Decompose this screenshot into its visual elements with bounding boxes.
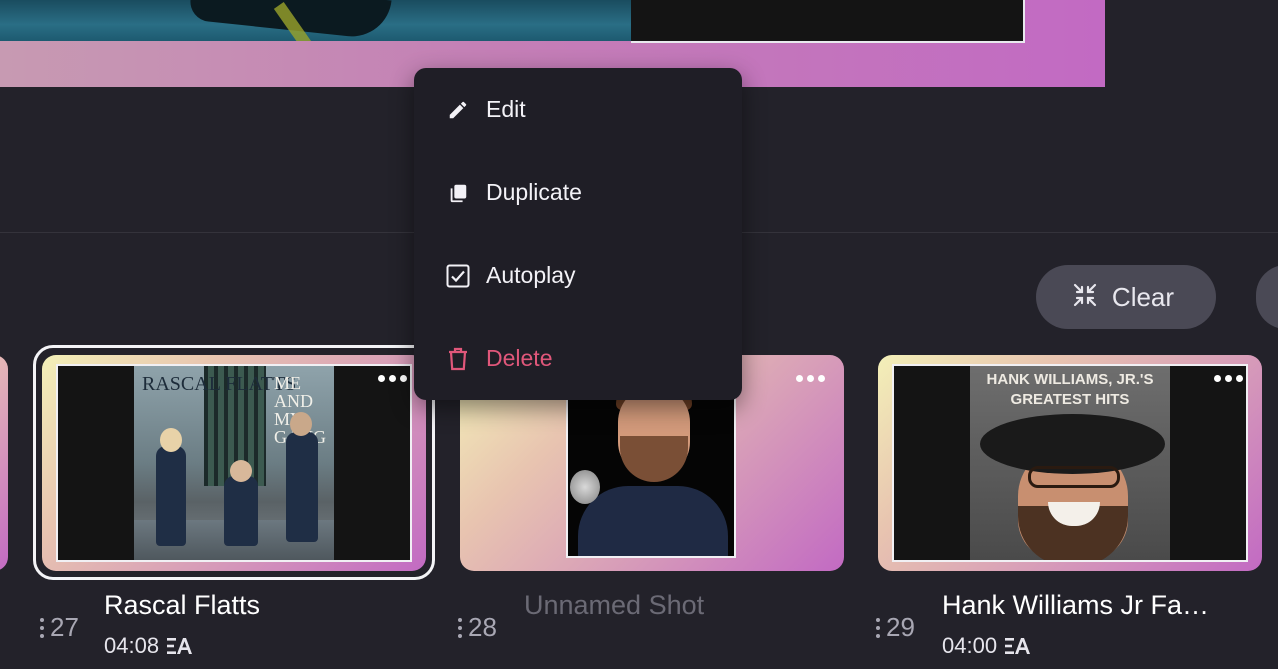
preview-letterbox: [631, 0, 1025, 43]
shot-title: Unnamed Shot: [524, 590, 705, 620]
album-art: HANK WILLIAMS, JR.'S GREATEST HITS: [970, 366, 1170, 560]
clear-button[interactable]: Clear: [1036, 265, 1216, 329]
shot-index[interactable]: 29: [876, 612, 915, 643]
shot-duration: 04:00: [942, 633, 1031, 659]
shot-card[interactable]: HANK WILLIAMS, JR.'S GREATEST HITS: [878, 355, 1262, 571]
preview-image: [0, 0, 631, 41]
autoplay-icon: [167, 636, 193, 656]
menu-item-label: Autoplay: [486, 262, 576, 288]
autoplay-icon: [1005, 636, 1031, 656]
trash-icon: [446, 347, 470, 371]
menu-item-label: Duplicate: [486, 179, 582, 205]
shot-number: 28: [468, 612, 497, 642]
shot-index[interactable]: 27: [40, 612, 79, 643]
clear-button-label: Clear: [1111, 281, 1175, 312]
collapse-arrows-icon: [1072, 282, 1098, 312]
shot-title: Hank Williams Jr Fa…: [942, 590, 1210, 620]
shot-number: 29: [886, 612, 915, 642]
drag-handle-icon[interactable]: [40, 617, 44, 638]
shot-thumbnail: HANK WILLIAMS, JR.'S GREATEST HITS: [892, 364, 1248, 562]
menu-item-label: Delete: [486, 345, 553, 371]
menu-item-label: Edit: [486, 96, 526, 122]
pencil-icon: [446, 98, 470, 122]
duration-text: 04:08: [104, 633, 160, 658]
menu-item-edit[interactable]: Edit: [414, 68, 742, 151]
shot-title: Rascal Flatts: [104, 590, 261, 620]
shot-index[interactable]: 28: [458, 612, 497, 643]
checkbox-checked-icon[interactable]: [446, 264, 470, 288]
menu-item-delete[interactable]: Delete: [414, 317, 742, 400]
drag-handle-icon[interactable]: [876, 617, 880, 638]
duplicate-icon: [446, 181, 470, 205]
duration-text: 04:00: [942, 633, 998, 658]
shot-number: 27: [50, 612, 79, 642]
more-options-icon[interactable]: [1214, 375, 1243, 382]
drag-handle-icon[interactable]: [458, 617, 462, 638]
toolbar-button-partial[interactable]: [1256, 265, 1278, 329]
selected-outline: [33, 345, 435, 580]
shot-duration: 04:08: [104, 633, 193, 659]
shot-card-partial[interactable]: [0, 355, 8, 571]
more-options-icon[interactable]: [796, 375, 825, 382]
album-art-text: HANK WILLIAMS, JR.'S GREATEST HITS: [986, 371, 1154, 408]
menu-item-duplicate[interactable]: Duplicate: [414, 151, 742, 234]
menu-item-autoplay[interactable]: Autoplay: [414, 234, 742, 317]
context-menu: Edit Duplicate Autoplay Delete: [414, 68, 742, 400]
